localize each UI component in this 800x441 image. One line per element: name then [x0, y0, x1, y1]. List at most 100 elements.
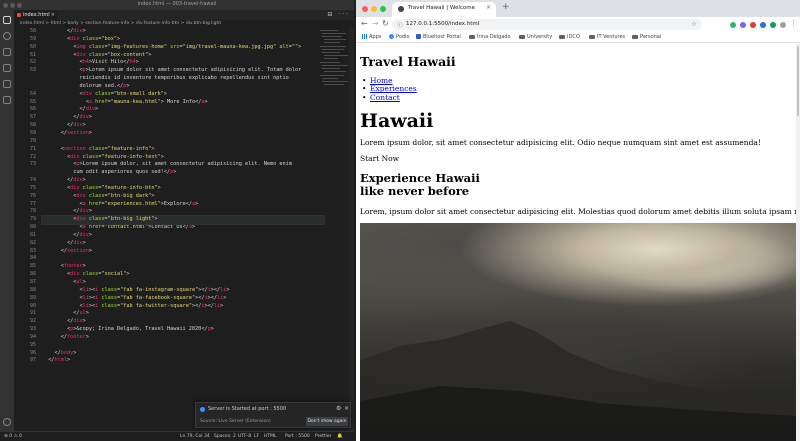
prettier-status[interactable]: Prettier	[315, 434, 332, 439]
indentation-status[interactable]: Spaces: 2	[214, 434, 236, 439]
code-line[interactable]: </div>	[42, 208, 324, 216]
gear-icon[interactable]: ⚙	[336, 405, 341, 412]
bookmark-podio[interactable]: Podio	[389, 34, 410, 40]
close-window-button[interactable]	[362, 6, 368, 12]
close-icon[interactable]: ×	[344, 405, 349, 412]
code-editor[interactable]: 58 59 60 61 62 63 64 65 66 67 68 69 70 71 72 73 74 75 76 77…	[14, 28, 354, 431]
tab-label: index.html	[23, 12, 50, 18]
code-line[interactable]: </div>	[42, 106, 324, 114]
extensions-icon[interactable]	[3, 80, 11, 88]
page-scrollbar-thumb[interactable]	[797, 46, 799, 116]
extension-icon[interactable]	[770, 22, 776, 28]
remote-explorer-icon[interactable]	[3, 96, 11, 104]
code-line[interactable]: <a href="experiences.html">Explore</a>	[42, 201, 324, 209]
code-area[interactable]: </div> <div class="box"> <img class="img…	[41, 28, 325, 365]
code-line[interactable]: </section>	[42, 130, 324, 138]
address-bar[interactable]: ⓘ 127.0.0.1:5500/index.html ☆	[392, 19, 702, 30]
breadcrumb[interactable]: index.html > html > body > section.featu…	[14, 20, 354, 28]
new-tab-button[interactable]: +	[502, 2, 510, 12]
code-line[interactable]: <div class="btn-small dark">	[42, 91, 324, 99]
bookmark-apps[interactable]: Apps	[362, 34, 381, 40]
code-line[interactable]: dolorum sed.</p>	[42, 83, 324, 91]
search-icon[interactable]	[3, 32, 11, 40]
code-line[interactable]: </div>	[42, 232, 324, 240]
code-line[interactable]	[42, 138, 324, 146]
star-icon[interactable]: ☆	[691, 20, 697, 28]
language-mode[interactable]: HTML	[264, 434, 277, 439]
code-line[interactable]: <p>&copy; Irina Delgado, Travel Hawaii 2…	[42, 326, 324, 334]
code-line[interactable]: </div>	[42, 114, 324, 122]
code-line[interactable]: <h4>Visit Hilo</h4>	[42, 59, 324, 67]
code-line[interactable]: <div class="box-content">	[42, 52, 324, 60]
reload-icon[interactable]: ↻	[382, 19, 389, 28]
code-line[interactable]: </div>	[42, 122, 324, 130]
code-line[interactable]: </html>	[42, 357, 324, 365]
encoding-status[interactable]: UTF-8	[238, 434, 251, 439]
dont-show-again-button[interactable]: Don't show again	[306, 417, 348, 426]
source-control-icon[interactable]	[3, 48, 11, 56]
code-line[interactable]: <ul>	[42, 279, 324, 287]
bookmark-bluehost[interactable]: Bluehost Portal	[416, 34, 461, 40]
code-line[interactable]: <a href="mauna-kea.html"> More Info</a>	[42, 99, 324, 107]
code-line[interactable]: </section>	[42, 248, 324, 256]
bookmark-irina-delgado[interactable]: Irina Delgado	[469, 34, 511, 40]
gear-icon[interactable]	[3, 418, 11, 426]
eol-status[interactable]: LF	[254, 434, 259, 439]
back-arrow-icon[interactable]: ←	[361, 19, 368, 28]
code-line[interactable]: <img class="img-features-home" src="img/…	[42, 44, 324, 52]
code-line[interactable]: </body>	[42, 350, 324, 358]
code-line[interactable]: </footer>	[42, 334, 324, 342]
close-icon[interactable]: ×	[486, 4, 491, 11]
tab-index-html[interactable]: index.html ×	[14, 10, 58, 20]
code-line[interactable]: <div class="feature-info-text">	[42, 154, 324, 162]
code-line[interactable]: <li><i class="fab fa-instagram-square"><…	[42, 287, 324, 295]
bookmark-university[interactable]: University	[519, 34, 552, 40]
run-debug-icon[interactable]	[3, 64, 11, 72]
bookmark-it-ventures[interactable]: IT Ventures	[589, 34, 625, 40]
code-line[interactable]	[42, 342, 324, 350]
minimize-window-button[interactable]	[371, 6, 377, 12]
code-line[interactable]: <footer>	[42, 263, 324, 271]
editor-scrollbar[interactable]	[349, 28, 354, 431]
code-line[interactable]: <section class="feature-info">	[42, 146, 324, 154]
code-line[interactable]: <li><i class="fab fa-twitter-square"></i…	[42, 303, 324, 311]
code-line[interactable]: </div>	[42, 240, 324, 248]
code-line[interactable]: </ul>	[42, 310, 324, 318]
browser-tab[interactable]: Travel Hawaii | Welcome ×	[392, 2, 496, 17]
code-line[interactable]: <li><i class="fab fa-facebook-square"></…	[42, 295, 324, 303]
extension-icon[interactable]	[730, 22, 736, 28]
code-line[interactable]: <a href="contact.html">Contact Us</a>	[42, 224, 324, 232]
code-line[interactable]: </div>	[42, 28, 324, 36]
bookmark-idco[interactable]: IDCO	[559, 34, 580, 40]
cursor-position[interactable]: Ln 79, Col 34	[180, 434, 210, 439]
zoom-window-button[interactable]	[380, 6, 386, 12]
code-line[interactable]: </div>	[42, 177, 324, 185]
code-line[interactable]: <div class="social">	[42, 271, 324, 279]
live-server-port[interactable]: Port : 5500	[285, 434, 310, 439]
code-line[interactable]: reiciendis id inventore temporibus expli…	[42, 75, 324, 83]
forward-arrow-icon[interactable]: →	[372, 19, 379, 28]
extension-icon[interactable]	[760, 22, 766, 28]
code-line[interactable]: <div class="box">	[42, 36, 324, 44]
extension-icon[interactable]	[740, 22, 746, 28]
info-icon[interactable]: ⓘ	[397, 21, 403, 29]
explorer-icon[interactable]	[3, 16, 11, 24]
code-line[interactable]	[42, 255, 324, 263]
code-line[interactable]: <div class="btn-big dark">	[42, 193, 324, 201]
editor-actions[interactable]: ⊟ ···	[327, 11, 350, 18]
bookmark-personal[interactable]: Personal	[632, 34, 661, 40]
minimap[interactable]	[318, 28, 348, 148]
close-icon[interactable]: ×	[51, 12, 55, 18]
code-line[interactable]: <p>Lorem ipsum dolor sit amet consectetu…	[42, 67, 324, 75]
code-line[interactable]: cum odit asperiores quos sed!</p>	[42, 169, 324, 177]
extension-icon[interactable]	[750, 22, 756, 28]
code-line[interactable]: <p>Lorem ipsum dolor, sit amet consectet…	[42, 161, 324, 169]
code-line[interactable]: <div class="feature-info-btn">	[42, 185, 324, 193]
more-menu-icon[interactable]: ⋮	[790, 19, 797, 27]
nav-link-contact[interactable]: Contact	[370, 93, 400, 102]
bell-icon[interactable]: 🔔	[337, 434, 343, 439]
avatar[interactable]	[780, 22, 786, 28]
current-code-line[interactable]: <div class="btn-big light">	[41, 215, 325, 226]
code-line[interactable]: </div>	[42, 318, 324, 326]
problems-status[interactable]: ⊗ 0 ⚠ 0	[4, 434, 22, 439]
